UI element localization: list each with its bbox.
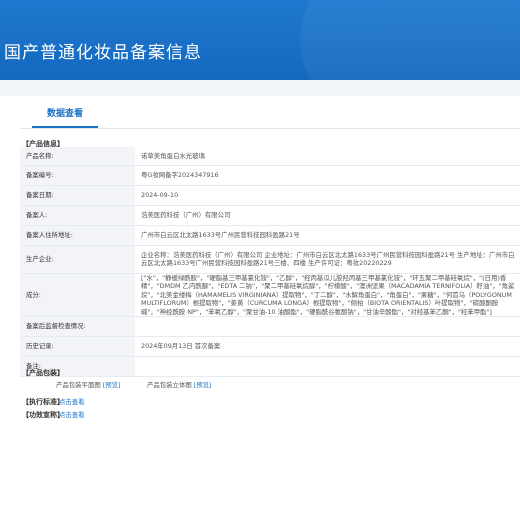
packaging-flat-preview-link[interactable]: [预览] <box>103 381 121 389</box>
info-row-post-supervision: 备案后监督检查情况: <box>20 316 520 337</box>
efficacy-claim-section-title: 【功效宣称】 <box>22 411 64 419</box>
execution-standard-section-title: 【执行标准】 <box>22 398 64 406</box>
info-value: 企业名称：浩美医药科技（广州）有限公司 企业地址：广州市白云区北太路1633号广… <box>135 245 520 274</box>
info-label: 备案人: <box>20 205 135 226</box>
info-value: 2024-09-10 <box>135 185 520 206</box>
packaging-section-title: 【产品包装】 <box>22 369 64 377</box>
efficacy-claim-view-link[interactable]: 点击查看 <box>59 410 85 419</box>
execution-standard-view-link[interactable]: 点击查看 <box>59 397 85 406</box>
info-row-product-name: 产品名称: 诺草美角蛋白水光玻璃 <box>20 147 520 166</box>
info-value <box>135 356 520 377</box>
info-row-registrant-address: 备案人住所地址: 广州市白云区北太路1633号广州民营科技园科盈路21号 <box>20 225 520 246</box>
info-value: 诺草美角蛋白水光玻璃 <box>135 147 520 166</box>
info-label: 产品名称: <box>20 147 135 166</box>
info-row-remarks: 备注: <box>20 356 520 377</box>
info-row-registrant: 备案人: 浩美医药科技（广州）有限公司 <box>20 205 520 226</box>
info-row-manufacturer: 生产企业: 企业名称：浩美医药科技（广州）有限公司 企业地址：广州市白云区北太路… <box>20 245 520 274</box>
header-decoration <box>300 0 520 80</box>
header-subbar <box>0 80 520 96</box>
info-value: ["水"，"静缓绿酰胺"，"硬脂基三甲基氯化铵"，"乙醇"，"羟丙基瓜儿胶羟丙基… <box>135 273 520 317</box>
packaging-flat-item: 产品包装平面图 [预览] <box>56 380 121 389</box>
info-value <box>135 316 520 337</box>
info-value: 浩美医药科技（广州）有限公司 <box>135 205 520 226</box>
tab-bar: 数据查看 <box>20 97 520 129</box>
packaging-3d-label: 产品包装立体图 <box>147 381 192 389</box>
info-row-record-number: 备案编号: 粤G妆网备字2024347916 <box>20 165 520 186</box>
info-label: 成分: <box>20 273 135 317</box>
info-value: 粤G妆网备字2024347916 <box>135 165 520 186</box>
info-value: 广州市白云区北太路1633号广州民营科技园科盈路21号 <box>135 225 520 246</box>
packaging-3d-preview-link[interactable]: [预览] <box>194 381 212 389</box>
info-label: 备案日期: <box>20 185 135 206</box>
info-row-record-date: 备案日期: 2024-09-10 <box>20 185 520 206</box>
info-label: 备案后监督检查情况: <box>20 316 135 337</box>
product-info-table: 产品名称: 诺草美角蛋白水光玻璃 备案编号: 粤G妆网备字2024347916 … <box>20 147 520 377</box>
info-row-ingredients: 成分: ["水"，"静缓绿酰胺"，"硬脂基三甲基氯化铵"，"乙醇"，"羟丙基瓜儿… <box>20 273 520 317</box>
info-label: 备案编号: <box>20 165 135 186</box>
packaging-3d-item: 产品包装立体图 [预览] <box>147 380 212 389</box>
info-label: 历史记录: <box>20 336 135 357</box>
page-title: 国产普通化妆品备案信息 <box>4 43 202 63</box>
info-label: 生产企业: <box>20 245 135 274</box>
page-header: 国产普通化妆品备案信息 <box>0 0 520 80</box>
info-value: 2024年09月13日 首次备案 <box>135 336 520 357</box>
info-row-history: 历史记录: 2024年09月13日 首次备案 <box>20 336 520 357</box>
tab-data-view[interactable]: 数据查看 <box>32 101 98 128</box>
info-label: 备案人住所地址: <box>20 225 135 246</box>
packaging-flat-label: 产品包装平面图 <box>56 381 101 389</box>
